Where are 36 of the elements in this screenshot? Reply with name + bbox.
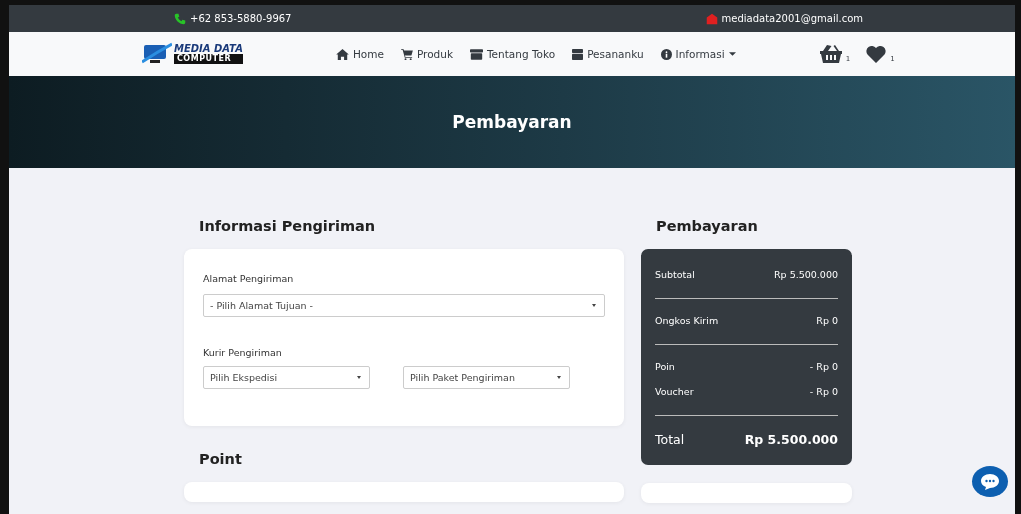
nav-link[interactable]: Tentang Toko [470, 48, 556, 60]
caret-icon [728, 52, 736, 56]
summary-value: Rp 5.500.000 [774, 269, 838, 280]
box-icon [572, 48, 584, 60]
summary-label: Subtotal [655, 269, 695, 280]
nav-link[interactable]: Home [335, 48, 384, 60]
phone-number: +62 853-5880-9967 [190, 13, 292, 24]
summary-value: - Rp 0 [809, 361, 838, 372]
summary-value: - Rp 0 [809, 386, 838, 397]
section-heading: Informasi Pengiriman [199, 218, 377, 234]
total-label: Total [655, 432, 685, 447]
address-select[interactable]: - Pilih Alamat Tujuan - [203, 294, 605, 317]
summary-label: Poin [655, 361, 675, 372]
nav-link[interactable]: Pesananku [572, 48, 644, 60]
package-select[interactable]: Pilih Paket Pengiriman [403, 366, 570, 389]
summary-label: Voucher [655, 386, 694, 397]
info-icon [660, 48, 672, 60]
chat-bubble-icon [981, 473, 999, 490]
cart-icon [400, 48, 413, 60]
home-icon [335, 48, 349, 60]
phone-icon [174, 12, 186, 25]
logo[interactable]: MEDIA DATA COMPUTER [142, 42, 243, 66]
summary-label: Ongkos Kirim [655, 315, 719, 326]
section-heading: Pembayaran [656, 218, 759, 234]
section-heading: Point [199, 451, 243, 467]
store-icon [470, 48, 483, 60]
field-label: Alamat Pengiriman [203, 273, 295, 284]
chat-button[interactable] [972, 466, 1008, 497]
field-label: Kurir Pengiriman [203, 347, 283, 358]
nav-link[interactable]: Informasi [660, 48, 736, 60]
summary-value: Rp 0 [816, 315, 838, 326]
page-title: Pembayaran [452, 112, 572, 132]
email-address: mediadata2001@gmail.com [721, 13, 863, 24]
nav-link[interactable]: Produk [400, 48, 453, 60]
total-value: Rp 5.500.000 [744, 432, 838, 447]
courier-select[interactable]: Pilih Ekspedisi [203, 366, 370, 389]
